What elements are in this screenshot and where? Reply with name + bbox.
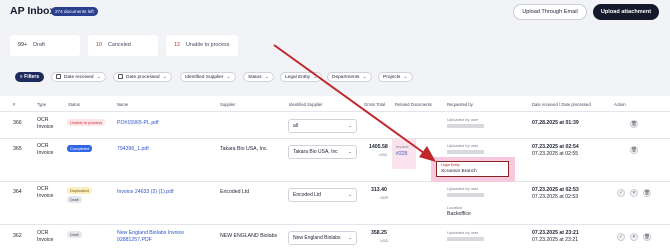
annotation-arrow [273, 44, 436, 162]
